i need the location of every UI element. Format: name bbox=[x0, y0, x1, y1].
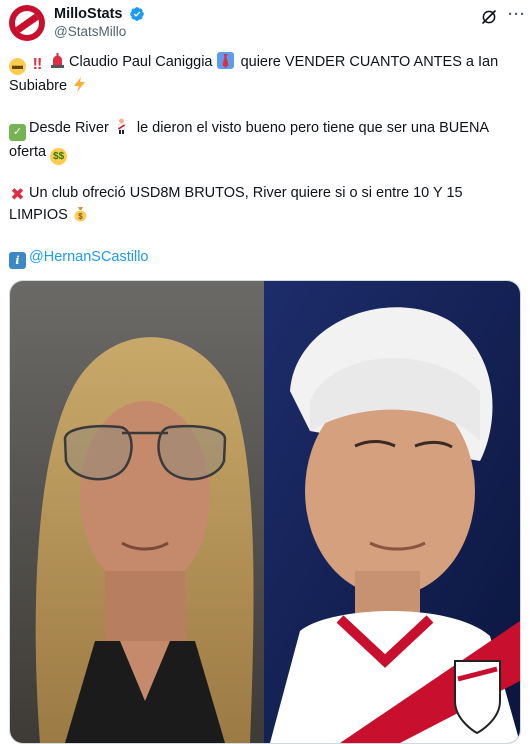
information-icon: i bbox=[9, 252, 26, 269]
tweet-paragraph-4: i @HernanSCastillo bbox=[9, 246, 521, 269]
tweet-paragraph-1: ▬ ‼ Claudio Paul Caniggia quiere VENDER CU… bbox=[9, 51, 521, 97]
display-name[interactable]: MilloStats bbox=[54, 6, 122, 22]
river-plate-crest-avatar[interactable] bbox=[9, 5, 45, 41]
crest-icon bbox=[15, 11, 39, 35]
tweet-header: MilloStats @StatsMillo ··· bbox=[9, 2, 525, 42]
siren-icon bbox=[49, 52, 66, 69]
handle[interactable]: @StatsMillo bbox=[54, 24, 145, 39]
check-mark-icon: ✓ bbox=[9, 124, 26, 141]
tweet-paragraph-3: ✖ Un club ofreció USD8M BRUTOS, River qui… bbox=[9, 182, 521, 226]
tweet-text-1a: Claudio Paul Caniggia bbox=[69, 54, 213, 70]
mention-link[interactable]: @HernanSCastillo bbox=[29, 249, 149, 265]
svg-text:$: $ bbox=[78, 212, 83, 221]
grimacing-face-icon: ▬ bbox=[9, 58, 26, 75]
more-options-icon[interactable]: ··· bbox=[507, 6, 527, 26]
money-mouth-face-icon: $$ bbox=[50, 148, 68, 165]
tweet-media[interactable] bbox=[9, 280, 521, 744]
tweet-paragraph-2: ✓ Desde River le dieron el visto bueno pe… bbox=[9, 117, 521, 165]
cross-mark-icon: ✖ bbox=[10, 185, 25, 204]
river-player-icon bbox=[113, 118, 130, 135]
left-photo-caniggia bbox=[10, 281, 264, 743]
necktie-icon bbox=[216, 52, 234, 69]
grok-icon[interactable] bbox=[480, 8, 498, 26]
author-names: MilloStats @StatsMillo bbox=[54, 5, 145, 39]
lightning-icon bbox=[71, 76, 88, 93]
money-bag-icon: $ bbox=[72, 205, 89, 222]
tweet-text-2a: Desde River bbox=[29, 120, 109, 136]
verified-badge-icon bbox=[130, 6, 144, 21]
right-photo-subiabre bbox=[264, 281, 520, 743]
double-exclamation-icon: ‼ bbox=[32, 56, 43, 73]
